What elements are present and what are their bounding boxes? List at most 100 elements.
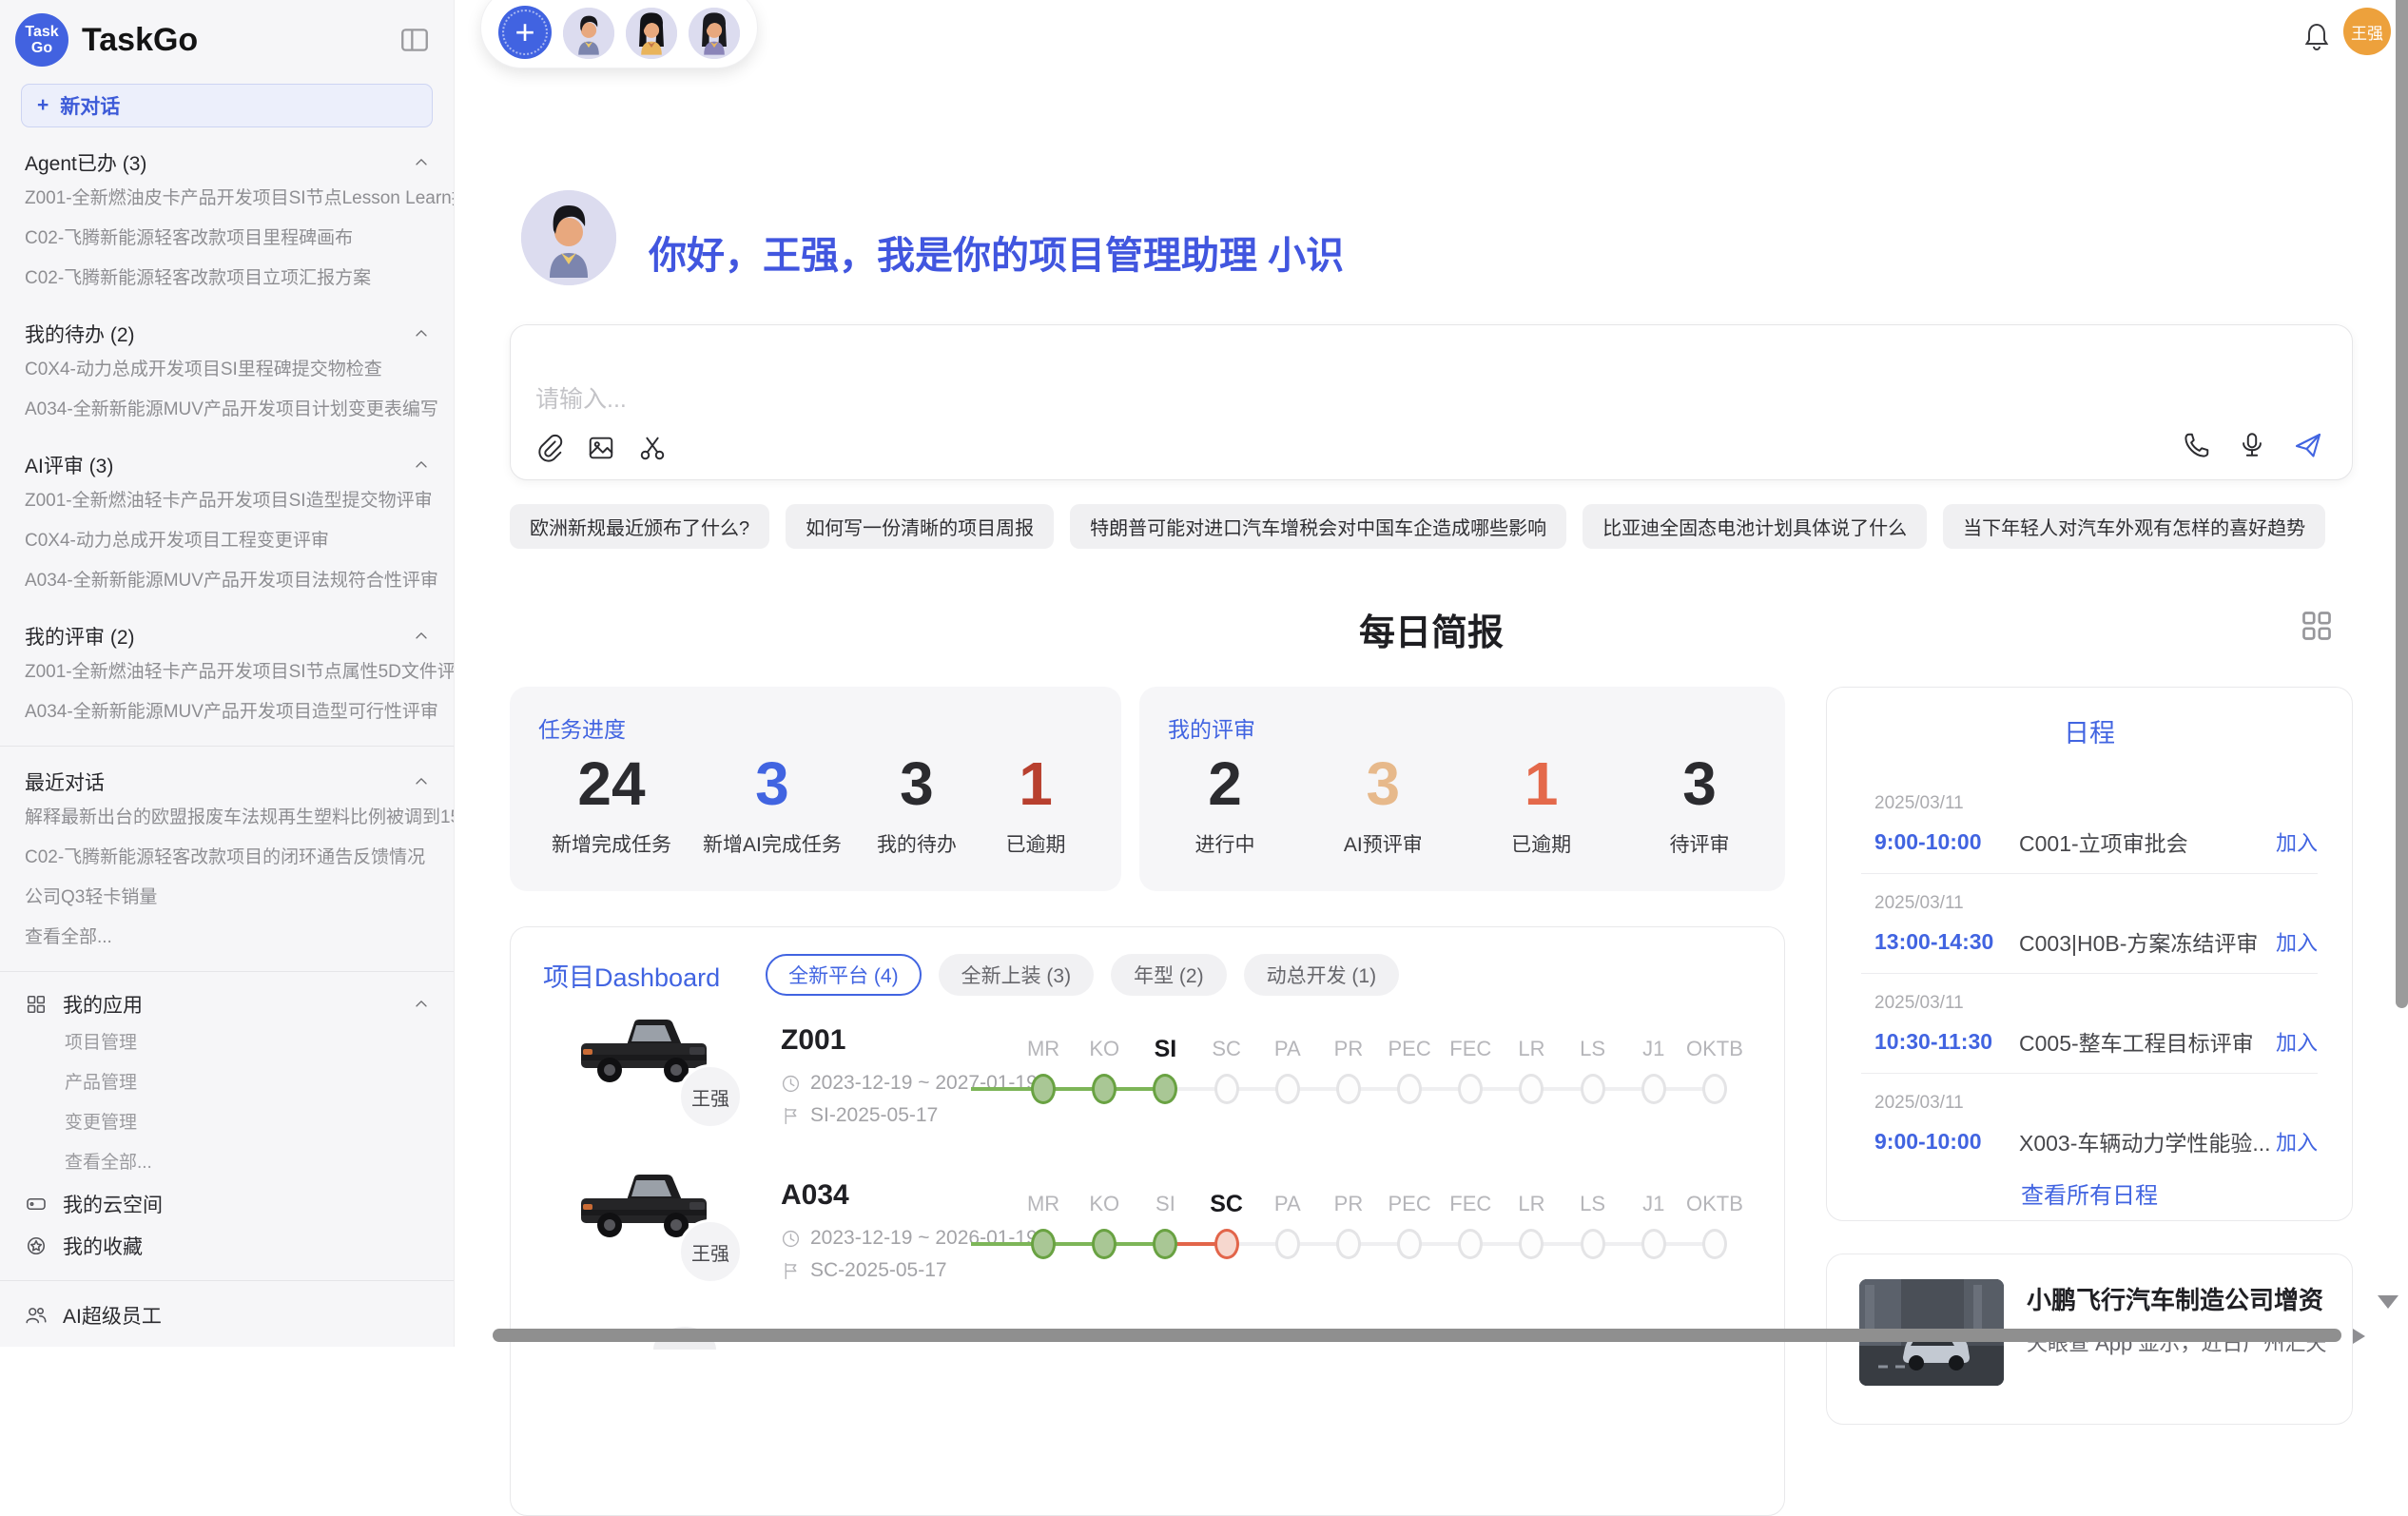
milestone-node[interactable]	[1397, 1229, 1422, 1259]
sidebar-item[interactable]: A034-全新新能源MUV产品开发项目法规符合性评审	[0, 561, 454, 601]
app-sub-item[interactable]: 产品管理	[0, 1063, 454, 1103]
recent-chat-item[interactable]: C02-飞腾新能源轻客改款项目的闭环通告反馈情况	[0, 838, 454, 878]
sidebar-section-header-my-todo[interactable]: 我的待办 (2)	[0, 318, 454, 350]
sidebar-item[interactable]: C02-飞腾新能源轻客改款项目立项汇报方案	[0, 259, 454, 299]
suggestion-chip[interactable]: 特朗普可能对进口汽车增税会对中国车企造成哪些影响	[1070, 504, 1566, 549]
send-icon[interactable]	[2293, 430, 2323, 460]
horizontal-scrollbar[interactable]	[493, 1329, 2341, 1342]
sidebar-item-write[interactable]: 帮我写作	[0, 1336, 454, 1347]
paperclip-icon[interactable]	[535, 434, 564, 462]
user-avatar[interactable]: 王强	[2343, 8, 2391, 55]
milestone-node[interactable]	[1092, 1229, 1117, 1259]
mic-icon[interactable]	[2238, 431, 2266, 459]
suggestion-chip[interactable]: 如何写一份清晰的项目周报	[786, 504, 1054, 549]
join-meeting-link[interactable]: 加入	[2276, 1026, 2318, 1057]
milestone-label: SI	[1135, 1032, 1195, 1066]
agent-avatar-3[interactable]	[689, 8, 740, 59]
scroll-right-arrow-icon[interactable]	[2353, 1329, 2365, 1344]
project-dates-text: 2023-12-19 ~ 2026-01-19	[810, 1227, 1038, 1250]
app-sub-item[interactable]: 变更管理	[0, 1103, 454, 1143]
sidebar-item[interactable]: A034-全新新能源MUV产品开发项目造型可行性评审	[0, 692, 454, 732]
milestone-node[interactable]	[1702, 1074, 1727, 1104]
milestone-node[interactable]	[1092, 1074, 1117, 1104]
milestone-node[interactable]	[1458, 1074, 1483, 1104]
project-code[interactable]: A034	[781, 1179, 849, 1212]
stat-value: 2	[1181, 748, 1269, 820]
sidebar-section-header-my-review[interactable]: 我的评审 (2)	[0, 620, 454, 652]
sidebar-section-header-ai-review[interactable]: AI评审 (3)	[0, 449, 454, 481]
schedule-date: 2025/03/11	[1827, 993, 2352, 1014]
sidebar-item-favorites[interactable]: 我的收藏	[0, 1225, 454, 1267]
sidebar-item[interactable]: Z001-全新燃油轻卡产品开发项目SI节点属性5D文件评审	[0, 652, 454, 692]
dashboard-tab[interactable]: 年型 (2)	[1111, 954, 1227, 996]
chat-input[interactable]	[535, 380, 1962, 437]
milestone-node[interactable]	[1397, 1074, 1422, 1104]
sidebar: Task Go TaskGo + 新对话 Agent已办 (3)Z001-全新燃…	[0, 0, 455, 1347]
schedule-date: 2025/03/11	[1827, 893, 2352, 914]
image-icon[interactable]	[587, 434, 615, 462]
dashboard-tab[interactable]: 全新上装 (3)	[939, 954, 1095, 996]
join-meeting-link[interactable]: 加入	[2276, 826, 2318, 857]
milestone-node[interactable]	[1031, 1229, 1056, 1259]
flag-icon	[781, 1106, 801, 1126]
sidebar-item[interactable]: C0X4-动力总成开发项目工程变更评审	[0, 521, 454, 561]
sidebar-item[interactable]: Z001-全新燃油轻卡产品开发项目SI造型提交物评审	[0, 481, 454, 521]
bell-icon[interactable]	[2301, 21, 2332, 51]
milestone-node[interactable]	[1641, 1074, 1666, 1104]
suggestion-chip[interactable]: 比亚迪全固态电池计划具体说了什么	[1583, 504, 1927, 549]
suggestion-chip[interactable]: 当下年轻人对汽车外观有怎样的喜好趋势	[1943, 504, 2325, 549]
app-sub-item[interactable]: 查看全部...	[0, 1143, 454, 1183]
schedule-divider	[1861, 1073, 2318, 1074]
scroll-down-arrow-icon[interactable]	[2378, 1295, 2398, 1309]
sidebar-item[interactable]: Z001-全新燃油皮卡产品开发项目SI节点Lesson Learn报告	[0, 179, 454, 219]
milestone-node[interactable]	[1519, 1229, 1544, 1259]
milestone-node[interactable]	[1641, 1229, 1666, 1259]
sidebar-item[interactable]: C02-飞腾新能源轻客改款项目里程碑画布	[0, 219, 454, 259]
sidebar-item-my-apps[interactable]: 我的应用	[0, 985, 454, 1023]
join-meeting-link[interactable]: 加入	[2276, 926, 2318, 957]
milestone-node[interactable]	[1153, 1229, 1177, 1259]
vertical-scrollbar[interactable]	[2396, 0, 2408, 1008]
sidebar-item[interactable]: A034-全新新能源MUV产品开发项目计划变更表编写	[0, 390, 454, 430]
milestone-node[interactable]	[1275, 1074, 1300, 1104]
layout-grid-icon[interactable]	[2300, 609, 2334, 643]
sidebar-collapse-icon[interactable]	[398, 24, 431, 56]
milestone-node[interactable]	[1336, 1074, 1361, 1104]
phone-icon[interactable]	[2183, 431, 2211, 459]
sidebar-item-ai-staff[interactable]: AI超级员工	[0, 1294, 454, 1336]
recent-chat-item[interactable]: 解释最新出台的欧盟报废车法规再生塑料比例被调到15%...	[0, 798, 454, 838]
sidebar-section-header-agent-done[interactable]: Agent已办 (3)	[0, 146, 454, 179]
join-meeting-link[interactable]: 加入	[2276, 1126, 2318, 1156]
new-chat-button[interactable]: + 新对话	[21, 84, 433, 127]
milestone-node[interactable]	[1214, 1074, 1239, 1104]
scissors-icon[interactable]	[638, 434, 667, 462]
milestone-node[interactable]	[1519, 1074, 1544, 1104]
plus-icon: +	[37, 94, 49, 117]
chevron-up-icon	[412, 324, 431, 343]
milestone-label: FEC	[1440, 1187, 1501, 1221]
add-agent-button[interactable]: +	[498, 6, 552, 59]
milestone-node[interactable]	[1031, 1074, 1056, 1104]
app-sub-item[interactable]: 项目管理	[0, 1023, 454, 1063]
recent-view-all-link[interactable]: 查看全部...	[0, 918, 454, 958]
sidebar-item-cloud[interactable]: 我的云空间	[0, 1183, 454, 1225]
milestone-node[interactable]	[1153, 1074, 1177, 1104]
milestone-node[interactable]	[1581, 1229, 1605, 1259]
dashboard-tab[interactable]: 动总开发 (1)	[1244, 954, 1400, 996]
view-all-schedule-link[interactable]: 查看所有日程	[1827, 1176, 2352, 1210]
project-code[interactable]: Z001	[781, 1024, 845, 1057]
recent-chat-item[interactable]: 公司Q3轻卡销量	[0, 878, 454, 918]
sidebar-item[interactable]: C0X4-动力总成开发项目SI里程碑提交物检查	[0, 350, 454, 390]
recent-section-header[interactable]: 最近对话	[0, 766, 454, 798]
milestone-node[interactable]	[1702, 1229, 1727, 1259]
agent-avatar-2[interactable]	[626, 8, 677, 59]
dashboard-tab[interactable]: 全新平台 (4)	[766, 954, 922, 996]
project-milestone-flag: SI-2025-05-17	[781, 1104, 938, 1127]
milestone-node[interactable]	[1336, 1229, 1361, 1259]
milestone-node[interactable]	[1458, 1229, 1483, 1259]
milestone-node[interactable]	[1275, 1229, 1300, 1259]
suggestion-chip[interactable]: 欧洲新规最近颁布了什么?	[510, 504, 769, 549]
milestone-node[interactable]	[1214, 1229, 1239, 1259]
milestone-node[interactable]	[1581, 1074, 1605, 1104]
agent-avatar-1[interactable]	[563, 8, 614, 59]
